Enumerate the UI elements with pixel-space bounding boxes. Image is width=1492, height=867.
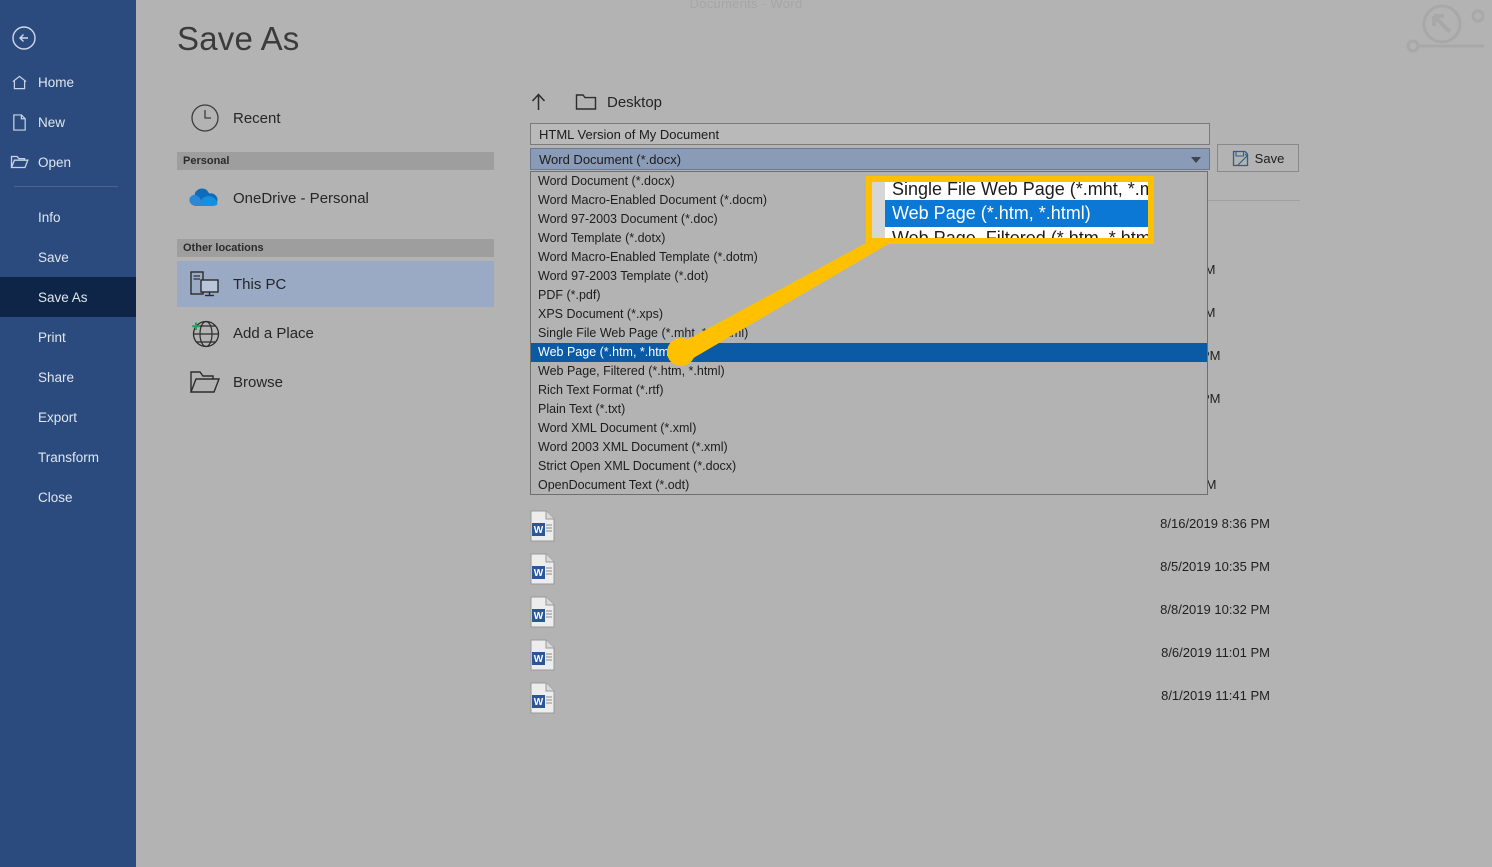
dropdown-option[interactable]: Word 2003 XML Document (*.xml) [531, 438, 1207, 457]
word-file-icon: W [530, 553, 555, 585]
place-label: Add a Place [233, 324, 314, 342]
group-header-personal: Personal [177, 152, 494, 170]
nav-item-label: Transform [38, 449, 100, 465]
dropdown-option[interactable]: Plain Text (*.txt) [531, 400, 1207, 419]
place-label: Recent [233, 109, 281, 127]
nav-item-label: Close [38, 489, 73, 505]
file-type-combobox[interactable]: Word Document (*.docx) [530, 148, 1210, 170]
dropdown-option[interactable]: Web Page (*.htm, *.html) [531, 343, 1207, 362]
nav-item-print[interactable]: Print [0, 317, 136, 357]
dropdown-option[interactable]: Word XML Document (*.xml) [531, 419, 1207, 438]
place-browse[interactable]: Browse [177, 359, 494, 405]
nav-item-label: Home [38, 74, 75, 90]
folder-icon [575, 94, 597, 110]
dropdown-option[interactable]: Web Page, Filtered (*.htm, *.html) [531, 362, 1207, 381]
dropdown-option[interactable]: OpenDocument Text (*.odt) [531, 476, 1207, 494]
clock-icon [177, 103, 233, 133]
nav-item-save-as[interactable]: Save As [0, 277, 136, 317]
nav-item-close[interactable]: Close [0, 477, 136, 517]
word-file-icon: W [530, 596, 555, 628]
nav-item-label: New [38, 114, 66, 130]
word-file-icon: W [530, 510, 555, 542]
file-modified-time: 8/8/2019 10:32 PM [1160, 602, 1270, 617]
page-title: Save As [177, 20, 300, 57]
nav-item-export[interactable]: Export [0, 397, 136, 437]
word-file-icon: W [530, 682, 555, 714]
svg-text:W: W [534, 654, 544, 665]
nav-item-info[interactable]: Info [0, 197, 136, 237]
nav-item-label: Save [38, 249, 69, 265]
file-type-value: Word Document (*.docx) [539, 151, 682, 167]
callout-line-highlighted: Web Page (*.htm, *.html) [885, 200, 1148, 227]
place-label: Browse [233, 373, 284, 391]
nav-item-label: Print [38, 329, 66, 345]
nav-item-save[interactable]: Save [0, 237, 136, 277]
places-column: Save As Recent Personal OneDrive - Perso… [136, 0, 494, 867]
this-pc-icon [177, 270, 233, 298]
open-folder-icon [0, 154, 38, 170]
table-row[interactable]: W 8/1/2019 11:41 PM [530, 678, 1270, 721]
place-label: OneDrive - Personal [233, 189, 369, 207]
file-modified-time: 8/6/2019 11:01 PM [1161, 645, 1270, 660]
dropdown-option[interactable]: Rich Text Format (*.rtf) [531, 381, 1207, 400]
dropdown-option[interactable]: Word Macro-Enabled Template (*.dotm) [531, 248, 1207, 267]
table-row[interactable]: W 8/6/2019 11:01 PM [530, 635, 1270, 678]
breadcrumb: Desktop [530, 92, 662, 112]
filename-input[interactable]: HTML Version of My Document [530, 123, 1210, 145]
table-row[interactable]: W 8/5/2019 10:35 PM [530, 549, 1270, 592]
place-label: This PC [233, 275, 287, 293]
save-as-backstage-screen: Documents - Word Home New Open Info Save… [0, 0, 1492, 867]
backstage-nav: Home New Open Info Save Save As Print Sh… [0, 0, 136, 867]
table-row[interactable]: W 8/8/2019 10:32 PM [530, 592, 1270, 635]
nav-item-label: Open [38, 154, 72, 170]
dropdown-option[interactable]: XPS Document (*.xps) [531, 305, 1207, 324]
group-header-other-locations: Other locations [177, 239, 494, 257]
place-add-a-place[interactable]: Add a Place [177, 310, 494, 356]
save-button-label: Save [1254, 150, 1285, 166]
add-place-globe-icon [177, 317, 233, 349]
place-onedrive[interactable]: OneDrive - Personal [177, 175, 494, 221]
nav-item-label: Info [38, 209, 61, 225]
up-arrow-icon[interactable] [530, 92, 547, 112]
svg-text:W: W [534, 611, 544, 622]
svg-text:W: W [534, 568, 544, 579]
callout-gutter [872, 182, 885, 238]
dropdown-option[interactable]: PDF (*.pdf) [531, 286, 1207, 305]
onedrive-cloud-icon [177, 187, 233, 209]
nav-item-home[interactable]: Home [0, 62, 136, 102]
folder-icon [177, 369, 233, 395]
nav-item-share[interactable]: Share [0, 357, 136, 397]
save-button[interactable]: Save [1217, 144, 1299, 172]
new-document-icon [0, 113, 38, 131]
nav-item-label: Save As [38, 289, 88, 305]
dropdown-option[interactable]: Single File Web Page (*.mht, *.mhtml) [531, 324, 1207, 343]
dropdown-option[interactable]: Word 97-2003 Template (*.dot) [531, 267, 1207, 286]
nav-item-label: Export [38, 409, 78, 425]
file-modified-time: 8/16/2019 8:36 PM [1160, 516, 1270, 531]
nav-item-label: Share [38, 369, 75, 385]
save-disk-icon [1232, 150, 1248, 166]
file-modified-time: 8/5/2019 10:35 PM [1160, 559, 1270, 574]
word-file-icon: W [530, 639, 555, 671]
nav-divider [14, 186, 118, 187]
zoom-callout-box: Single File Web Page (*.mht, *.mh Web Pa… [866, 176, 1154, 244]
svg-text:W: W [534, 525, 544, 536]
chevron-down-icon[interactable] [1191, 157, 1201, 163]
nav-item-open[interactable]: Open [0, 142, 136, 182]
file-modified-time: 8/1/2019 11:41 PM [1161, 688, 1270, 703]
callout-line-below: Web Page, Filtered (*.htm, *.htm [892, 228, 1151, 244]
place-this-pc[interactable]: This PC [177, 261, 494, 307]
callout-line-above: Single File Web Page (*.mht, *.mh [892, 179, 1154, 199]
breadcrumb-current-folder: Desktop [607, 93, 663, 111]
place-recent[interactable]: Recent [177, 95, 494, 141]
table-row[interactable]: W 8/16/2019 8:36 PM [530, 506, 1270, 549]
save-location-pane: Desktop HTML Version of My Document Word… [494, 0, 1492, 867]
home-icon [0, 74, 38, 91]
back-arrow-icon[interactable] [11, 25, 37, 51]
dropdown-option[interactable]: Strict Open XML Document (*.docx) [531, 457, 1207, 476]
svg-text:W: W [534, 697, 544, 708]
nav-item-new[interactable]: New [0, 102, 136, 142]
nav-item-transform[interactable]: Transform [0, 437, 136, 477]
